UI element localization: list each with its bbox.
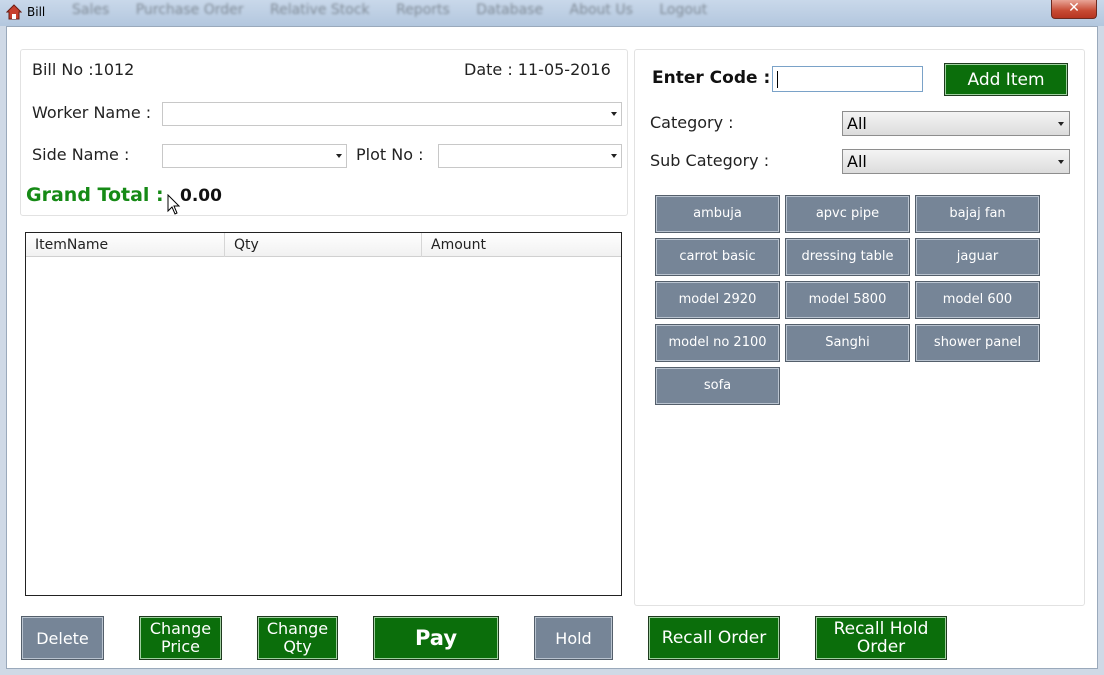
recall-hold-order-button[interactable]: Recall Hold Order <box>815 616 947 660</box>
menu-item-sales[interactable]: Sales <box>72 2 109 18</box>
worker-name-combo[interactable] <box>162 102 622 126</box>
change-price-button[interactable]: Change Price <box>139 616 222 660</box>
enter-code-input[interactable] <box>772 66 923 92</box>
close-icon: ✕ <box>1068 0 1080 16</box>
menu-item-purchase-order[interactable]: Purchase Order <box>136 2 244 18</box>
plot-no-label: Plot No : <box>356 145 424 164</box>
side-name-label: Side Name : <box>32 145 130 164</box>
add-item-button[interactable]: Add Item <box>944 63 1068 96</box>
home-icon <box>6 4 22 20</box>
delete-button[interactable]: Delete <box>21 616 104 660</box>
menu-item-reports[interactable]: Reports <box>396 2 450 18</box>
table-header: ItemName Qty Amount <box>26 233 621 257</box>
item-button-shower-panel[interactable]: shower panel <box>915 324 1040 362</box>
item-button-model-2920[interactable]: model 2920 <box>655 281 780 319</box>
plot-no-combo[interactable] <box>438 144 622 168</box>
change-qty-button[interactable]: Change Qty <box>257 616 338 660</box>
item-button-dressing-table[interactable]: dressing table <box>785 238 910 276</box>
sub-category-value: All <box>847 152 867 171</box>
menu-item-logout[interactable]: Logout <box>659 2 707 18</box>
change-price-label-line2: Price <box>160 637 201 656</box>
chevron-down-icon <box>336 154 342 158</box>
mouse-cursor-icon <box>167 194 181 215</box>
side-name-combo[interactable] <box>162 144 347 168</box>
sub-category-label: Sub Category : <box>650 151 770 170</box>
blurred-menu-bar: Sales Purchase Order Relative Stock Repo… <box>72 2 729 18</box>
item-button-apvc-pipe[interactable]: apvc pipe <box>785 195 910 233</box>
category-value: All <box>847 114 867 133</box>
hold-label: Hold <box>555 628 592 648</box>
recall-order-button[interactable]: Recall Order <box>648 616 780 660</box>
item-button-sofa[interactable]: sofa <box>655 367 780 405</box>
close-button[interactable]: ✕ <box>1051 0 1097 19</box>
recall-order-label: Recall Order <box>661 628 767 648</box>
column-header-amount[interactable]: Amount <box>422 233 621 257</box>
column-header-qty[interactable]: Qty <box>225 233 422 257</box>
change-qty-label-line1: Change <box>266 619 329 638</box>
category-label: Category : <box>650 113 734 132</box>
sub-category-select[interactable]: All <box>842 149 1070 174</box>
delete-label: Delete <box>36 628 89 648</box>
recall-hold-label-line2: Order <box>856 637 906 657</box>
menu-item-about-us[interactable]: About Us <box>570 2 633 18</box>
menu-item-relative-stock[interactable]: Relative Stock <box>270 2 370 18</box>
item-button-model-600[interactable]: model 600 <box>915 281 1040 319</box>
change-qty-label-line2: Qty <box>283 637 312 656</box>
item-button-model-no-2100[interactable]: model no 2100 <box>655 324 780 362</box>
item-button-sanghi[interactable]: Sanghi <box>785 324 910 362</box>
grand-total-label: Grand Total : <box>26 184 164 206</box>
text-caret <box>777 71 778 88</box>
item-button-bajaj-fan[interactable]: bajaj fan <box>915 195 1040 233</box>
chevron-down-icon <box>611 154 617 158</box>
item-button-carrot-basic[interactable]: carrot basic <box>655 238 780 276</box>
bill-date: Date : 11-05-2016 <box>464 60 611 79</box>
item-button-ambuja[interactable]: ambuja <box>655 195 780 233</box>
title-bar: Bill Sales Purchase Order Relative Stock… <box>0 0 1104 26</box>
hold-button[interactable]: Hold <box>534 616 613 660</box>
bill-number: Bill No :1012 <box>32 60 135 79</box>
chevron-down-icon <box>611 112 617 116</box>
change-price-label-line1: Change <box>149 619 212 638</box>
add-item-label: Add Item <box>967 69 1045 90</box>
pay-button[interactable]: Pay <box>373 616 499 660</box>
item-button-model-5800[interactable]: model 5800 <box>785 281 910 319</box>
column-header-itemname[interactable]: ItemName <box>26 233 225 257</box>
category-select[interactable]: All <box>842 111 1070 136</box>
chevron-down-icon <box>1058 160 1064 164</box>
bill-items-table[interactable]: ItemName Qty Amount <box>25 232 622 596</box>
grand-total-value: 0.00 <box>180 186 222 206</box>
enter-code-label: Enter Code : <box>652 68 771 88</box>
chevron-down-icon <box>1058 122 1064 126</box>
recall-hold-label-line1: Recall Hold <box>833 619 929 639</box>
worker-name-label: Worker Name : <box>32 103 152 122</box>
menu-item-database[interactable]: Database <box>476 2 543 18</box>
pay-label: Pay <box>414 626 458 650</box>
item-button-jaguar[interactable]: jaguar <box>915 238 1040 276</box>
bill-window: Bill No :1012 Date : 11-05-2016 Worker N… <box>6 26 1098 669</box>
window-title: Bill <box>27 5 46 19</box>
